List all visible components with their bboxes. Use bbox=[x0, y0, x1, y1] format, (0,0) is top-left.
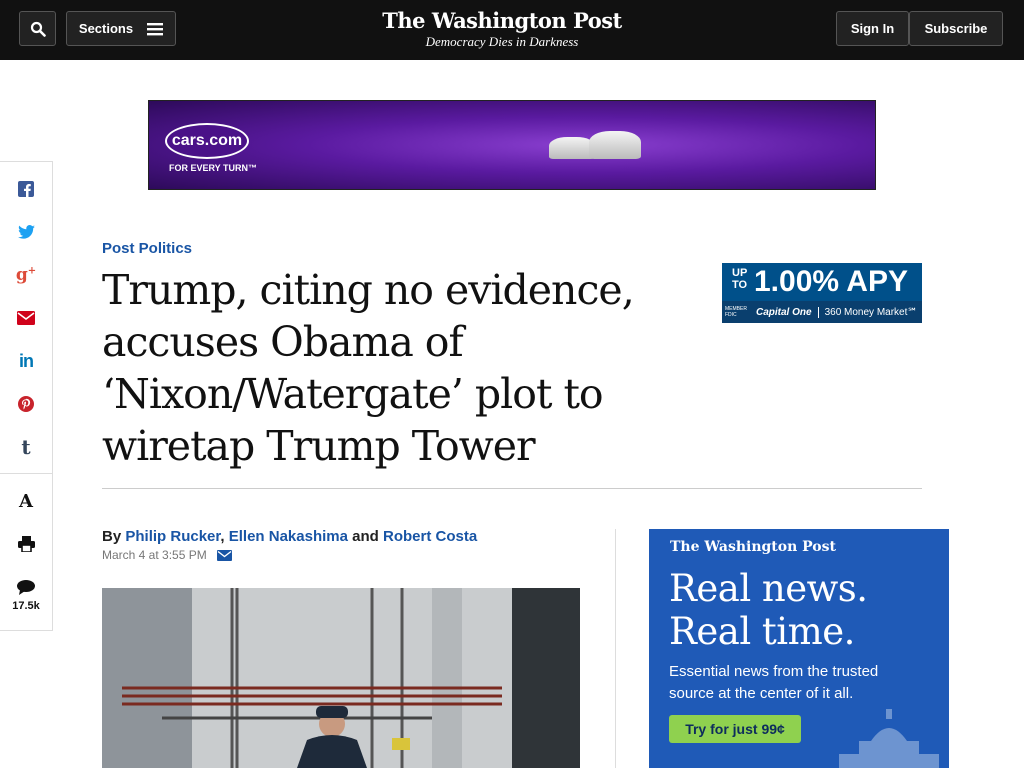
tumblr-icon: t bbox=[21, 435, 31, 459]
sections-button[interactable]: Sections bbox=[66, 11, 176, 46]
print-icon bbox=[17, 536, 35, 552]
fdic-label: MEMBER FDIC bbox=[725, 306, 747, 318]
ad-headline-line: Real time. bbox=[669, 610, 855, 653]
ad-logo: The Washington Post bbox=[670, 539, 836, 555]
font-size-button[interactable]: A bbox=[0, 486, 52, 516]
ad-product: 360 Money Market℠ bbox=[824, 306, 918, 318]
sections-label: Sections bbox=[78, 21, 134, 36]
byline-prefix: By bbox=[102, 528, 122, 545]
share-linkedin[interactable]: in bbox=[0, 346, 52, 376]
font-size-icon: A bbox=[19, 490, 33, 512]
share-pinterest[interactable] bbox=[0, 389, 52, 419]
share-twitter[interactable] bbox=[0, 217, 52, 247]
article-headline: Trump, citing no evidence, accuses Obama… bbox=[102, 266, 635, 470]
carscom-tagline: FOR EVERY TURN™ bbox=[169, 163, 258, 173]
lead-photo[interactable] bbox=[102, 588, 580, 768]
ad-headline-line: Real news. bbox=[669, 567, 868, 610]
pinterest-icon bbox=[18, 396, 34, 412]
carscom-logo: cars.com bbox=[165, 123, 249, 159]
comments-button[interactable] bbox=[0, 572, 52, 602]
sign-in-button[interactable]: Sign In bbox=[836, 11, 909, 46]
subscription-ad[interactable]: The Washington Post Real news. Real time… bbox=[649, 529, 949, 768]
ad-headline: Real news. Real time. bbox=[669, 567, 868, 653]
ad-subtext: Essential news from the trusted source a… bbox=[669, 663, 879, 702]
ad-bottom-bar: MEMBER FDIC Capital One 360 Money Market… bbox=[722, 301, 922, 323]
ad-rate: 1.00% APY bbox=[754, 265, 908, 298]
section-kicker[interactable]: Post Politics bbox=[102, 240, 192, 257]
linkedin-icon: in bbox=[19, 350, 34, 371]
share-email[interactable] bbox=[0, 303, 52, 333]
author-link[interactable]: Philip Rucker bbox=[125, 528, 220, 545]
subscribe-button[interactable]: Subscribe bbox=[909, 11, 1003, 46]
column-divider bbox=[615, 529, 616, 768]
comments-icon bbox=[17, 579, 35, 595]
photo-scene bbox=[102, 588, 580, 768]
share-google-plus[interactable]: g+ bbox=[0, 260, 52, 290]
capitol-icon bbox=[839, 709, 939, 768]
publish-date: March 4 at 3:55 PM bbox=[102, 548, 207, 562]
author-link[interactable]: Robert Costa bbox=[383, 528, 477, 545]
capital-one-ad[interactable]: UP TO 1.00% APY MEMBER FDIC Capital One … bbox=[722, 263, 922, 323]
site-tagline: Democracy Dies in Darkness bbox=[425, 34, 579, 49]
try-offer-button[interactable]: Try for just 99¢ bbox=[669, 715, 801, 743]
top-nav: Sections The Washington Post Democracy D… bbox=[0, 0, 1024, 60]
comments-count[interactable]: 17.5k bbox=[0, 600, 52, 612]
bank-logo: Capital One bbox=[750, 306, 819, 318]
share-tumblr[interactable]: t bbox=[0, 432, 52, 462]
byline-separator: , bbox=[220, 528, 225, 545]
twitter-icon bbox=[17, 225, 35, 239]
author-link[interactable]: Ellen Nakashima bbox=[229, 528, 348, 545]
ad-upto: UP TO bbox=[732, 267, 748, 291]
search-icon bbox=[30, 21, 46, 37]
header-divider bbox=[102, 488, 922, 489]
print-button[interactable] bbox=[0, 529, 52, 559]
byline-separator: and bbox=[352, 528, 379, 545]
car-image bbox=[589, 131, 641, 159]
byline: By Philip Rucker, Ellen Nakashima and Ro… bbox=[102, 528, 477, 545]
rail-divider bbox=[0, 473, 52, 474]
share-facebook[interactable] bbox=[0, 174, 52, 204]
hamburger-icon bbox=[147, 22, 164, 35]
google-plus-icon: g+ bbox=[15, 265, 37, 285]
dateline: March 4 at 3:55 PM bbox=[102, 548, 232, 562]
share-rail: g+ in t A 17.5k bbox=[0, 161, 53, 631]
email-author-icon[interactable] bbox=[216, 549, 232, 561]
banner-ad[interactable]: cars.com FOR EVERY TURN™ bbox=[148, 100, 876, 190]
email-icon bbox=[17, 311, 35, 325]
masthead[interactable]: The Washington Post Democracy Dies in Da… bbox=[362, 8, 642, 50]
facebook-icon bbox=[18, 181, 34, 197]
search-button[interactable] bbox=[19, 11, 56, 46]
site-logo[interactable]: The Washington Post bbox=[362, 8, 642, 33]
